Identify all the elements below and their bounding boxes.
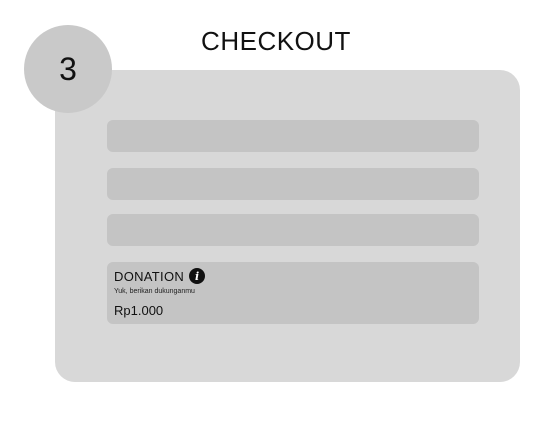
donation-subtitle: Yuk, berikan dukunganmu (114, 288, 195, 295)
checkout-field-3[interactable] (107, 214, 479, 246)
donation-header: DONATION i (114, 268, 472, 284)
step-indicator: 3 (24, 25, 112, 113)
donation-amount: Rp1.000 (114, 303, 164, 318)
info-icon[interactable]: i (189, 268, 206, 284)
checkout-field-2[interactable] (107, 168, 479, 200)
checkout-field-1[interactable] (107, 120, 479, 152)
donation-box[interactable]: DONATION i Yuk, berikan dukunganmu Rp1.0… (107, 262, 479, 324)
donation-title: DONATION (114, 268, 185, 284)
